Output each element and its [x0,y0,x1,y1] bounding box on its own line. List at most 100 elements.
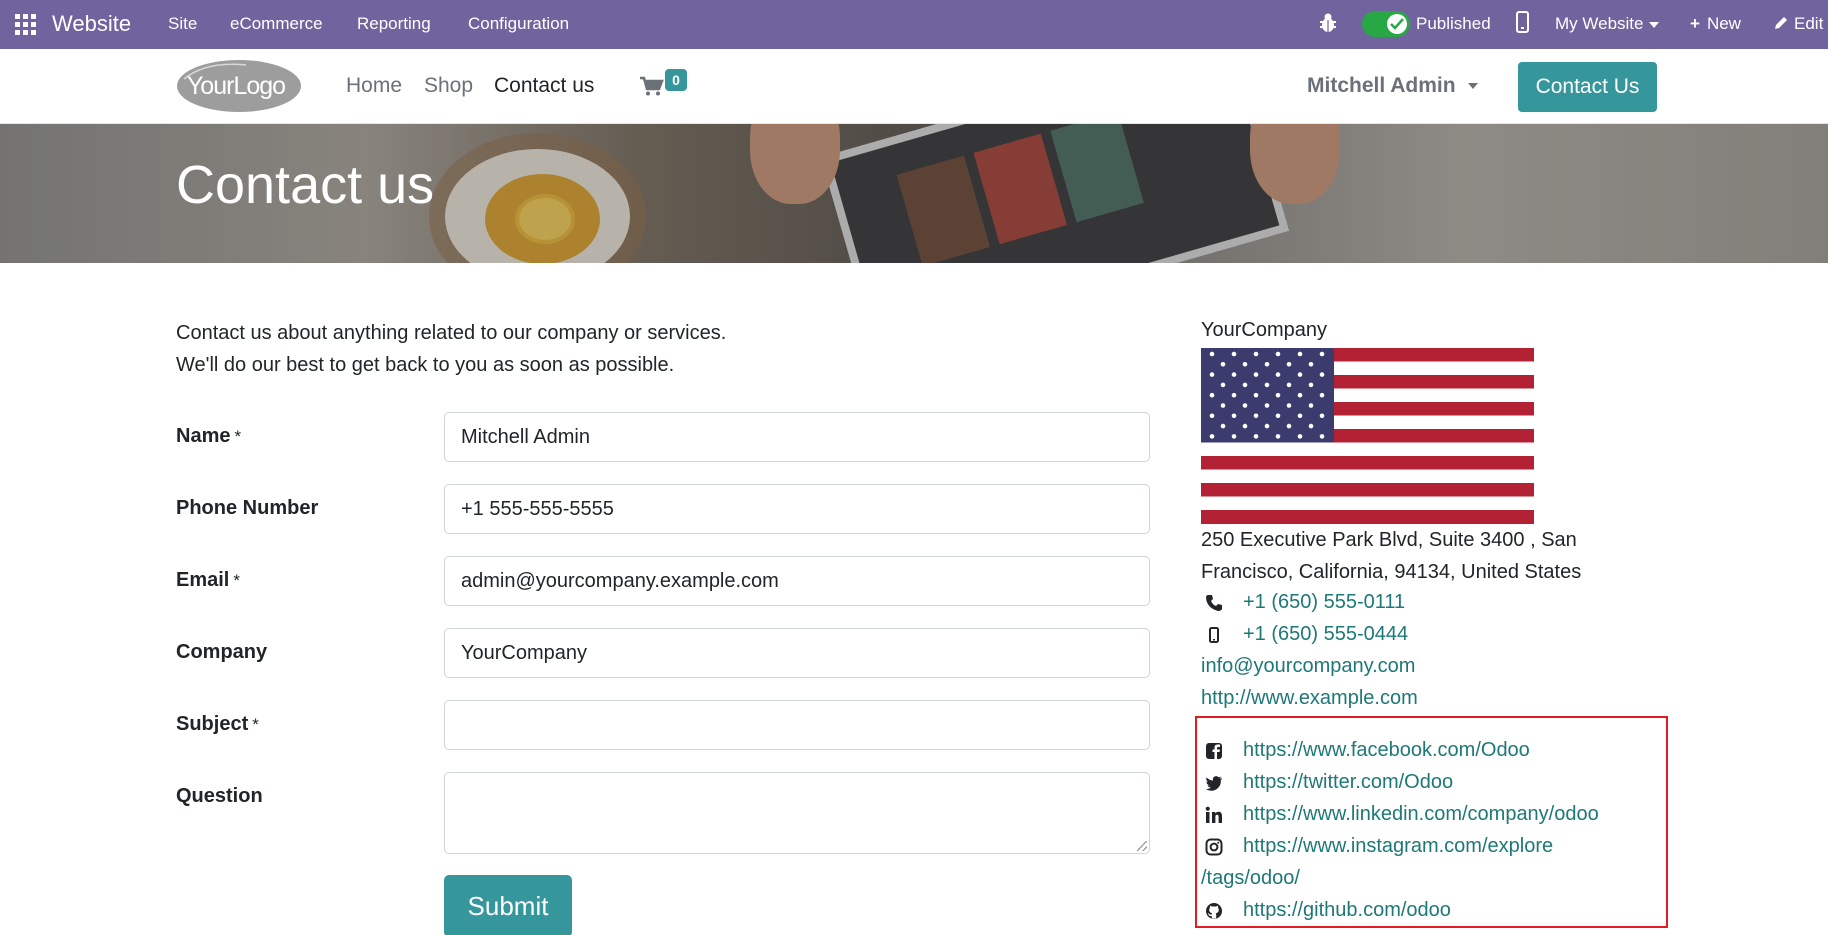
flag-star [1209,372,1215,377]
flag-star [1242,362,1248,367]
flag-star [1297,434,1303,439]
email-link[interactable]: info@yourcompany.com [1201,655,1415,678]
flag-star [1253,392,1259,398]
github-url[interactable]: https://github.com/odoo [1243,899,1451,922]
flag-star [1220,382,1226,388]
flag-star [1286,362,1292,367]
flag-star [1253,413,1259,419]
flag-star [1264,403,1270,408]
logo-text: YourLogo [187,72,285,100]
flag-star [1319,434,1325,439]
toggle-knob [1387,14,1407,34]
flag-star [1231,392,1237,398]
address-line-2: Francisco, California, 94134, United Sta… [1201,561,1582,583]
website-header: YourLogo Home Shop Contact us 0 Mitchell… [0,49,1828,124]
flag-star [1286,423,1292,429]
company-logo[interactable]: YourLogo [176,59,303,113]
company-field[interactable] [444,628,1150,678]
linkedin-url[interactable]: https://www.linkedin.com/company/odoo [1243,803,1599,826]
edit-button-label: Edit [1794,14,1824,33]
flag-star [1242,423,1248,429]
flag-star [1297,351,1303,357]
flag-star [1308,423,1314,429]
flag-star [1209,434,1215,439]
admin-navbar: Website Site eCommerce Reporting Configu… [0,0,1828,49]
resize-handle-icon[interactable] [1137,841,1147,851]
flag-star [1319,372,1325,377]
flag-star [1209,351,1215,357]
website-switcher-label: My Website [1555,14,1644,33]
mobile-preview-icon[interactable] [1516,11,1529,33]
website-link[interactable]: http://www.example.com [1201,687,1418,710]
flag-star [1220,423,1226,429]
hero-banner: Contact us [0,124,1828,263]
flag-star [1308,403,1314,408]
flag-star [1275,351,1281,357]
twitter-url[interactable]: https://twitter.com/Odoo [1243,771,1453,794]
flag-star [1242,403,1248,408]
instagram-url-line-1[interactable]: https://www.instagram.com/explore [1243,835,1553,858]
pencil-icon [1775,17,1787,29]
menu-configuration[interactable]: Configuration [468,14,569,34]
flag-star [1275,392,1281,398]
cart-count-badge: 0 [665,69,687,91]
chevron-down-icon [1648,21,1659,28]
phone-label: Phone Number [176,497,319,519]
email-field[interactable] [444,556,1150,606]
company-address: 250 Executive Park Blvd, Suite 3400 , Sa… [1201,524,1621,588]
phone-field[interactable] [444,484,1150,534]
subject-field[interactable] [444,700,1150,750]
mobile-number[interactable]: +1 (650) 555-0444 [1243,623,1408,646]
name-field[interactable] [444,412,1150,462]
flag-star [1253,372,1259,377]
phone-number[interactable]: +1 (650) 555-0111 [1243,591,1405,614]
nav-shop[interactable]: Shop [424,74,473,98]
instagram-icon [1205,838,1223,856]
flag-star [1231,372,1237,377]
flag-star [1253,351,1259,357]
shopping-cart-icon[interactable] [640,76,664,96]
intro-line-2: We'll do our best to get back to you as … [176,354,675,376]
nav-home[interactable]: Home [346,74,402,98]
question-textarea[interactable] [444,772,1150,854]
linkedin-icon [1205,806,1222,823]
flag-star [1308,362,1314,367]
publish-toggle[interactable] [1362,11,1410,37]
nav-contact-us[interactable]: Contact us [494,74,594,98]
flag-star [1286,382,1292,388]
flag-star [1231,434,1237,439]
flag-star [1308,382,1314,388]
flag-star [1319,413,1325,419]
submit-button[interactable]: Submit [444,875,572,935]
app-name[interactable]: Website [52,11,131,37]
us-flag-image [1201,348,1534,524]
website-switcher[interactable]: My Website [1555,14,1659,34]
flag-star [1253,434,1259,439]
apps-menu-icon[interactable] [15,14,36,35]
menu-site[interactable]: Site [168,14,197,34]
menu-ecommerce[interactable]: eCommerce [230,14,323,34]
page-title: Contact us [176,155,435,215]
contact-intro: Contact us about anything related to our… [176,317,726,381]
menu-reporting[interactable]: Reporting [357,14,431,34]
flag-star [1220,403,1226,408]
instagram-url-line-2[interactable]: /tags/odoo/ [1201,867,1300,890]
flag-star [1297,413,1303,419]
facebook-url[interactable]: https://www.facebook.com/Odoo [1243,739,1530,762]
flag-star [1242,382,1248,388]
company-label: Company [176,641,268,663]
flag-star [1231,413,1237,419]
debug-bug-icon[interactable] [1318,12,1338,34]
user-menu[interactable]: Mitchell Admin [1307,74,1478,98]
question-label: Question [176,785,263,807]
new-button[interactable]: + New [1690,14,1741,34]
contact-us-button[interactable]: Contact Us [1518,62,1657,112]
github-icon [1206,903,1222,919]
address-line-1: 250 Executive Park Blvd, Suite 3400 , Sa… [1201,529,1577,551]
published-label[interactable]: Published [1416,14,1491,34]
company-name: YourCompany [1201,319,1328,341]
flag-star [1209,413,1215,419]
phone-icon [1206,595,1222,611]
mobile-phone-icon [1209,627,1219,643]
edit-button[interactable]: Edit [1774,14,1823,34]
